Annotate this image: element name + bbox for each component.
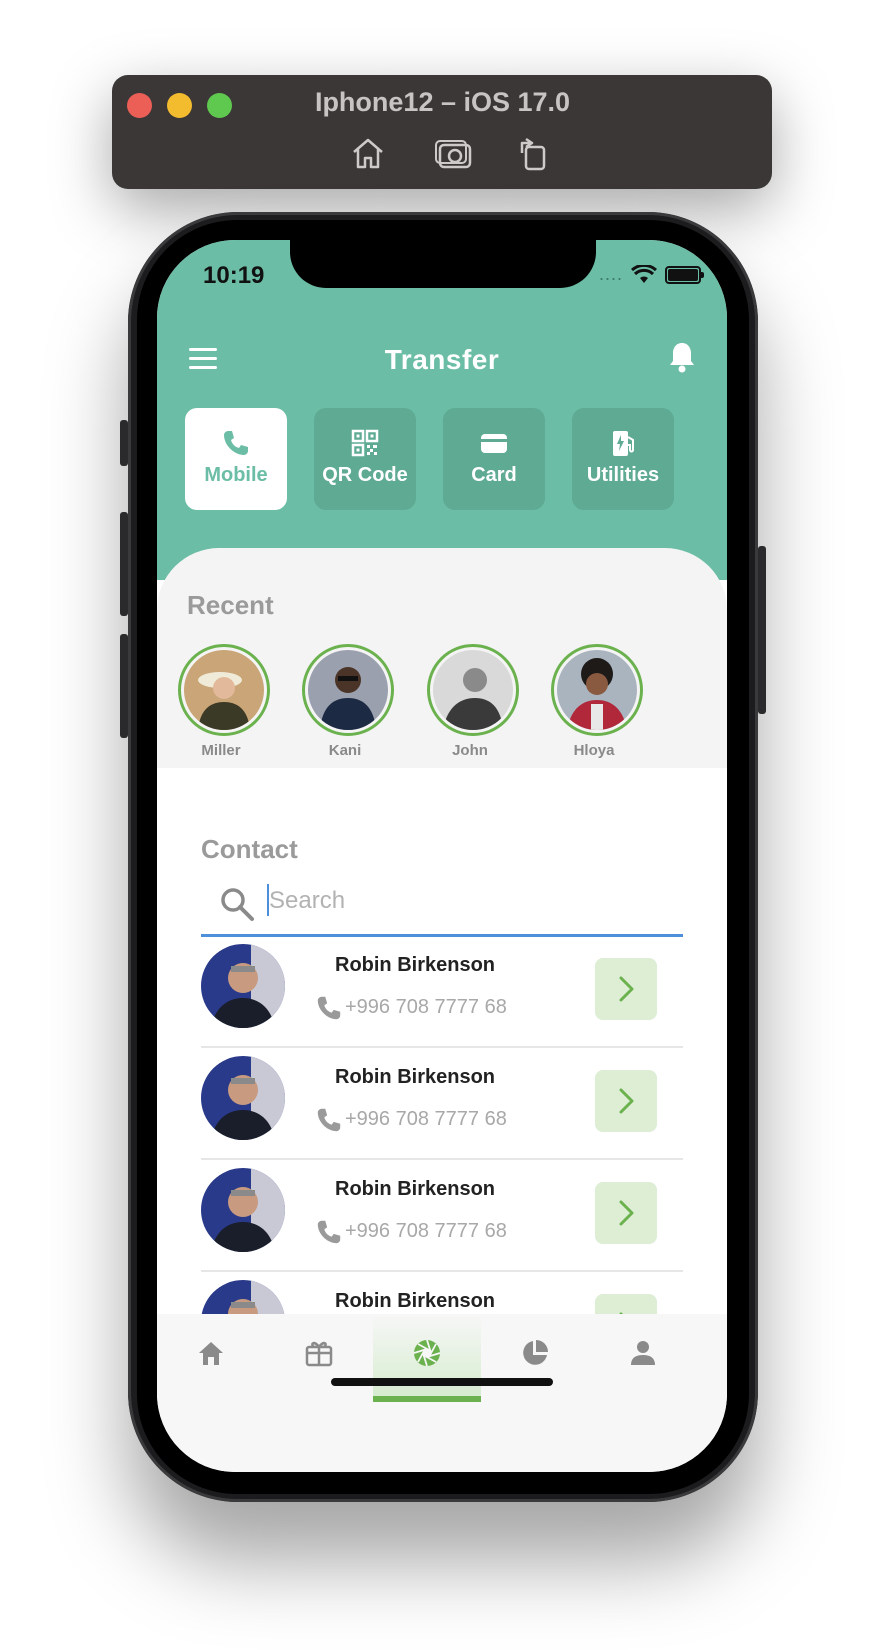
tile-card[interactable]: Card (443, 408, 545, 510)
contact-open-button[interactable] (595, 958, 657, 1020)
gift-icon (305, 1341, 333, 1367)
recent-contact-hloya[interactable]: Hloya (551, 644, 643, 759)
qr-code-icon (351, 429, 379, 457)
app-screen: 10:19 .... Transfer Mobile QR Code Card (157, 240, 727, 1472)
contact-phone: +996 708 7777 68 (345, 1108, 507, 1130)
search-input[interactable] (267, 882, 671, 920)
zoom-window-button[interactable] (207, 93, 232, 118)
avatar (308, 650, 388, 730)
battery-icon (665, 265, 704, 284)
notification-bell-icon[interactable] (667, 340, 697, 374)
contact-name: Robin Birkenson (335, 1066, 496, 1088)
nav-profile[interactable] (589, 1314, 697, 1396)
power-button (758, 546, 766, 714)
tile-label: Utilities (586, 464, 660, 486)
signal-dots: .... (598, 264, 623, 284)
recent-name: Miller (201, 742, 241, 759)
avatar (201, 1168, 285, 1252)
bottom-navigation (157, 1314, 727, 1472)
nav-transfer[interactable] (373, 1314, 481, 1402)
chevron-right-icon (619, 1200, 634, 1226)
pie-chart-icon (523, 1340, 548, 1365)
avatar (201, 1056, 285, 1140)
home-indicator[interactable] (331, 1378, 553, 1386)
contact-name: Robin Birkenson (335, 1178, 496, 1200)
chevron-right-icon (619, 1088, 634, 1114)
contact-name: Robin Birkenson (335, 1290, 496, 1312)
minimize-window-button[interactable] (167, 93, 192, 118)
tile-label: Mobile (204, 464, 268, 486)
recent-name: Hloya (573, 742, 615, 759)
status-time: 10:19 (203, 262, 265, 289)
close-window-button[interactable] (127, 93, 152, 118)
screenshot-button-icon[interactable] (434, 135, 474, 171)
profile-icon (631, 1341, 655, 1365)
phone-icon (315, 1218, 343, 1246)
recent-contact-kani[interactable]: Kani (302, 644, 394, 759)
contact-phone: +996 708 7777 68 (345, 1220, 507, 1242)
avatar (557, 650, 637, 730)
phone-icon (315, 1106, 343, 1134)
card-icon (481, 434, 507, 453)
simulator-title: Iphone12 – iOS 17.0 (314, 87, 571, 117)
phone-icon (224, 431, 248, 455)
recent-title: Recent (187, 590, 274, 620)
tile-label: Card (471, 464, 517, 486)
chevron-right-icon (619, 976, 634, 1002)
rotate-button-icon[interactable] (514, 135, 554, 171)
utilities-icon (613, 431, 634, 456)
avatar (184, 650, 264, 730)
contact-row[interactable]: Robin Birkenson +996 708 7777 68 (201, 1046, 683, 1160)
recent-name: Kani (328, 742, 362, 759)
home-icon (199, 1342, 223, 1365)
volume-up-button (120, 512, 128, 616)
contact-name: Robin Birkenson (335, 954, 496, 976)
tile-label: QR Code (322, 464, 408, 486)
wifi-icon (631, 264, 657, 283)
recent-contact-miller[interactable]: Miller (178, 644, 270, 759)
search-bar[interactable] (201, 868, 683, 937)
phone-icon (315, 994, 343, 1022)
contact-open-button[interactable] (595, 1070, 657, 1132)
avatar (433, 650, 513, 730)
avatar (201, 944, 285, 1028)
tile-qr-code[interactable]: QR Code (314, 408, 416, 510)
status-icons: .... (598, 264, 704, 285)
page-title: Transfer (384, 344, 500, 375)
mute-switch (120, 420, 128, 466)
phone-notch (290, 240, 596, 288)
text-caret (267, 884, 269, 916)
tile-mobile[interactable]: Mobile (185, 408, 287, 510)
home-button-icon[interactable] (348, 135, 388, 171)
recent-contact-john[interactable]: John (427, 644, 519, 759)
tile-utilities[interactable]: Utilities (572, 408, 674, 510)
contact-open-button[interactable] (595, 1182, 657, 1244)
contact-row[interactable]: Robin Birkenson +996 708 7777 68 (201, 1158, 683, 1272)
aperture-icon (413, 1339, 441, 1367)
volume-down-button (120, 634, 128, 738)
nav-home[interactable] (157, 1314, 265, 1396)
contact-phone: +996 708 7777 68 (345, 996, 507, 1018)
recent-name: John (452, 742, 488, 759)
contact-title: Contact (201, 834, 298, 864)
contact-row[interactable]: Robin Birkenson +996 708 7777 68 (201, 934, 683, 1048)
search-icon (219, 886, 255, 922)
